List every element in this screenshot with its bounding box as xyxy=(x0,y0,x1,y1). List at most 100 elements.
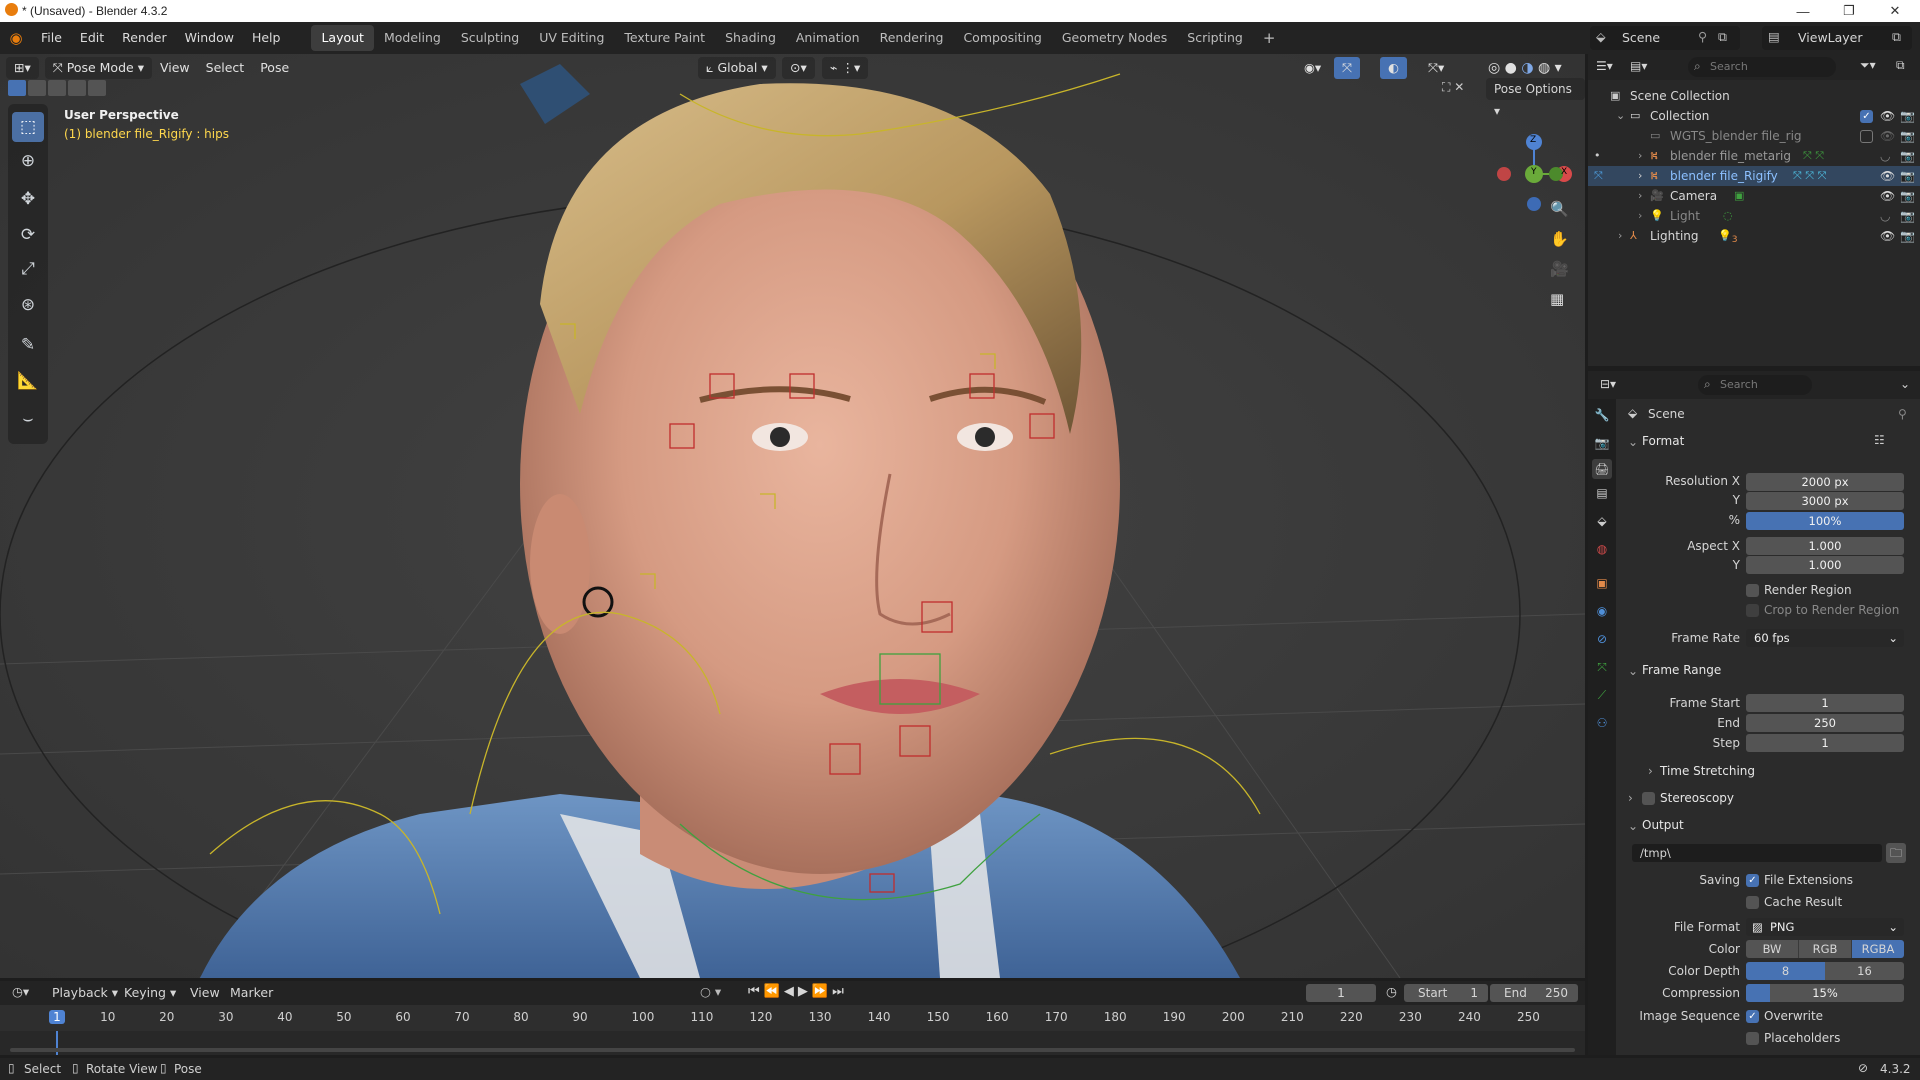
ortho-grid-icon[interactable]: ▦ xyxy=(1550,284,1569,314)
menu-pose[interactable]: Pose xyxy=(252,57,297,79)
chevron-down-icon[interactable]: ⌄ xyxy=(1628,435,1638,449)
eye-icon[interactable]: 👁 xyxy=(1880,226,1895,246)
render-camera-icon[interactable]: 📷 xyxy=(1900,106,1915,126)
chevron-right-icon[interactable]: › xyxy=(1638,186,1642,206)
tab-animation[interactable]: Animation xyxy=(786,25,870,51)
frame-step-field[interactable]: 1 xyxy=(1746,734,1904,752)
cache-result-checkbox[interactable] xyxy=(1746,896,1759,909)
chevron-right-icon[interactable]: › xyxy=(1628,791,1633,805)
rotate-tool-icon[interactable]: ⟳ xyxy=(12,220,44,250)
outliner-camera[interactable]: › 🎥 Camera ▣ 👁 📷 xyxy=(1588,186,1920,206)
outliner-metarig[interactable]: • › ⛕ blender file_metarig ⤧ ⤧ ◡ 📷 xyxy=(1588,146,1920,166)
overwrite-checkbox[interactable]: ✓ xyxy=(1746,1010,1759,1023)
resolution-y-field[interactable]: 3000 px xyxy=(1746,492,1904,510)
prev-keyframe-icon[interactable]: ⏪ xyxy=(764,984,784,999)
preview-range-icon[interactable]: ◷ xyxy=(1386,984,1397,999)
new-scene-icon[interactable]: ⧉ xyxy=(1718,29,1727,45)
timeline-view-menu[interactable]: View xyxy=(190,985,220,1000)
new-collection-icon[interactable]: ⧉ xyxy=(1896,58,1905,73)
color-rgba-option[interactable]: RGBA xyxy=(1852,940,1904,958)
tab-texture-paint[interactable]: Texture Paint xyxy=(614,25,715,51)
render-camera-icon[interactable]: 📷 xyxy=(1900,226,1915,246)
crop-checkbox[interactable] xyxy=(1746,604,1759,617)
chevron-right-icon[interactable]: › xyxy=(1638,206,1642,226)
time-stretching-title[interactable]: Time Stretching xyxy=(1660,764,1755,778)
tab-scripting[interactable]: Scripting xyxy=(1177,25,1253,51)
outliner-editor-icon[interactable]: ☰▾ xyxy=(1596,59,1613,73)
eye-icon[interactable]: 👁 xyxy=(1880,126,1895,146)
editor-type-button[interactable]: ⊞▾ xyxy=(6,57,39,79)
file-format-dropdown[interactable]: ▨ PNG ⌄ xyxy=(1746,918,1904,936)
menu-edit[interactable]: Edit xyxy=(71,22,113,54)
folder-icon[interactable]: 🗀 xyxy=(1886,843,1906,863)
pan-hand-icon[interactable]: ✋ xyxy=(1550,224,1569,254)
annotate-tool-icon[interactable]: ✎ xyxy=(12,330,44,360)
properties-search[interactable]: ⌕ Search xyxy=(1698,375,1812,395)
frame-rate-dropdown[interactable]: 60 fps ⌄ xyxy=(1746,629,1904,647)
chevron-right-icon[interactable]: › xyxy=(1638,166,1642,186)
outliner-scene-collection[interactable]: ▣ Scene Collection xyxy=(1588,86,1920,106)
frame-end-field[interactable]: 250 xyxy=(1746,714,1904,732)
auto-keying-icon[interactable]: ○ ▾ xyxy=(700,984,721,999)
play-icon[interactable]: ▶ xyxy=(798,984,812,999)
bone-constraints-tab-icon[interactable]: ⚇ xyxy=(1592,713,1612,733)
chevron-right-icon[interactable]: › xyxy=(1618,226,1622,246)
tab-shading[interactable]: Shading xyxy=(715,25,786,51)
close-icon[interactable]: ✕ xyxy=(1872,0,1918,22)
color-rgb-option[interactable]: RGB xyxy=(1799,940,1852,958)
view-layer-tab-icon[interactable]: ▤ xyxy=(1592,483,1612,503)
aspect-y-field[interactable]: 1.000 xyxy=(1746,556,1904,574)
outliner-light[interactable]: › 💡 Light ◌ ◡ 📷 xyxy=(1588,206,1920,226)
jump-end-icon[interactable]: ⏭ xyxy=(832,984,848,999)
viewlayer-selector[interactable]: ▤ ViewLayer ⧉ xyxy=(1762,26,1912,50)
mode-selector[interactable]: ⤧ Pose Mode ▾ xyxy=(44,57,152,79)
select-extend-icon[interactable] xyxy=(28,80,46,96)
end-frame-field[interactable]: End 250 xyxy=(1490,984,1578,1002)
bone-tab-icon[interactable]: ⟋ xyxy=(1592,685,1612,705)
render-camera-icon[interactable]: 📷 xyxy=(1900,206,1915,226)
frame-range-section-title[interactable]: Frame Range xyxy=(1642,663,1721,677)
pivot-selector[interactable]: ⊙▾ xyxy=(782,57,815,79)
select-invert-icon[interactable] xyxy=(68,80,86,96)
tab-modeling[interactable]: Modeling xyxy=(374,25,451,51)
select-subtract-icon[interactable] xyxy=(48,80,66,96)
output-path-field[interactable]: /tmp\ xyxy=(1632,844,1882,862)
depth-8-option[interactable]: 8 xyxy=(1746,962,1825,980)
marker-menu[interactable]: Marker xyxy=(230,985,273,1000)
world-tab-icon[interactable]: ◍ xyxy=(1592,539,1612,559)
chevron-right-icon[interactable]: › xyxy=(1638,146,1642,166)
object-tab-icon[interactable]: ▣ xyxy=(1592,573,1612,593)
relax-pose-tool-icon[interactable]: ⌣ xyxy=(12,404,44,434)
render-camera-icon[interactable]: 📷 xyxy=(1900,166,1915,186)
eye-closed-icon[interactable]: ◡ xyxy=(1880,146,1890,166)
add-workspace-button[interactable]: + xyxy=(1253,25,1286,51)
zoom-icon[interactable]: 🔍 xyxy=(1550,194,1569,224)
outliner-lighting[interactable]: › ⅄ Lighting 💡3 👁 📷 xyxy=(1588,226,1920,246)
eye-icon[interactable]: 👁 xyxy=(1880,186,1895,206)
blender-menu-icon[interactable]: ◉ xyxy=(0,29,32,47)
scene-selector[interactable]: ⬙ Scene ⚲ ⧉ xyxy=(1590,26,1740,50)
filter-icon[interactable]: ⏷▾ xyxy=(1860,58,1876,73)
physics-tab-icon[interactable]: ◉ xyxy=(1592,601,1612,621)
stereoscopy-title[interactable]: Stereoscopy xyxy=(1660,791,1734,805)
tab-rendering[interactable]: Rendering xyxy=(870,25,954,51)
new-viewlayer-icon[interactable]: ⧉ xyxy=(1892,29,1901,45)
minimize-icon[interactable]: — xyxy=(1780,0,1826,22)
menu-render[interactable]: Render xyxy=(113,22,176,54)
exclude-checkbox[interactable] xyxy=(1860,130,1873,143)
jump-start-icon[interactable]: ⏮ xyxy=(748,984,764,999)
output-section-title[interactable]: Output xyxy=(1642,818,1684,832)
placeholders-checkbox[interactable] xyxy=(1746,1032,1759,1045)
menu-file[interactable]: File xyxy=(32,22,71,54)
orientation-selector[interactable]: ⟀ Global ▾ xyxy=(698,57,776,79)
exclude-checkbox[interactable]: ✓ xyxy=(1860,110,1873,123)
timeline-ruler[interactable]: 1 10 20 30 40 50 60 70 80 90 100 110 120 130 140 150 160… xyxy=(0,1005,1585,1031)
color-bw-option[interactable]: BW xyxy=(1746,940,1799,958)
camera-view-icon[interactable]: 🎥 xyxy=(1550,254,1569,284)
playback-menu[interactable]: Playback ▾ xyxy=(52,985,118,1000)
eye-closed-icon[interactable]: ◡ xyxy=(1880,206,1890,226)
render-region-checkbox[interactable] xyxy=(1746,584,1759,597)
tool-tab-icon[interactable]: 🔧 xyxy=(1592,405,1612,425)
compression-slider[interactable]: 15% xyxy=(1746,984,1904,1002)
presets-icon[interactable]: ☷ xyxy=(1874,433,1885,447)
